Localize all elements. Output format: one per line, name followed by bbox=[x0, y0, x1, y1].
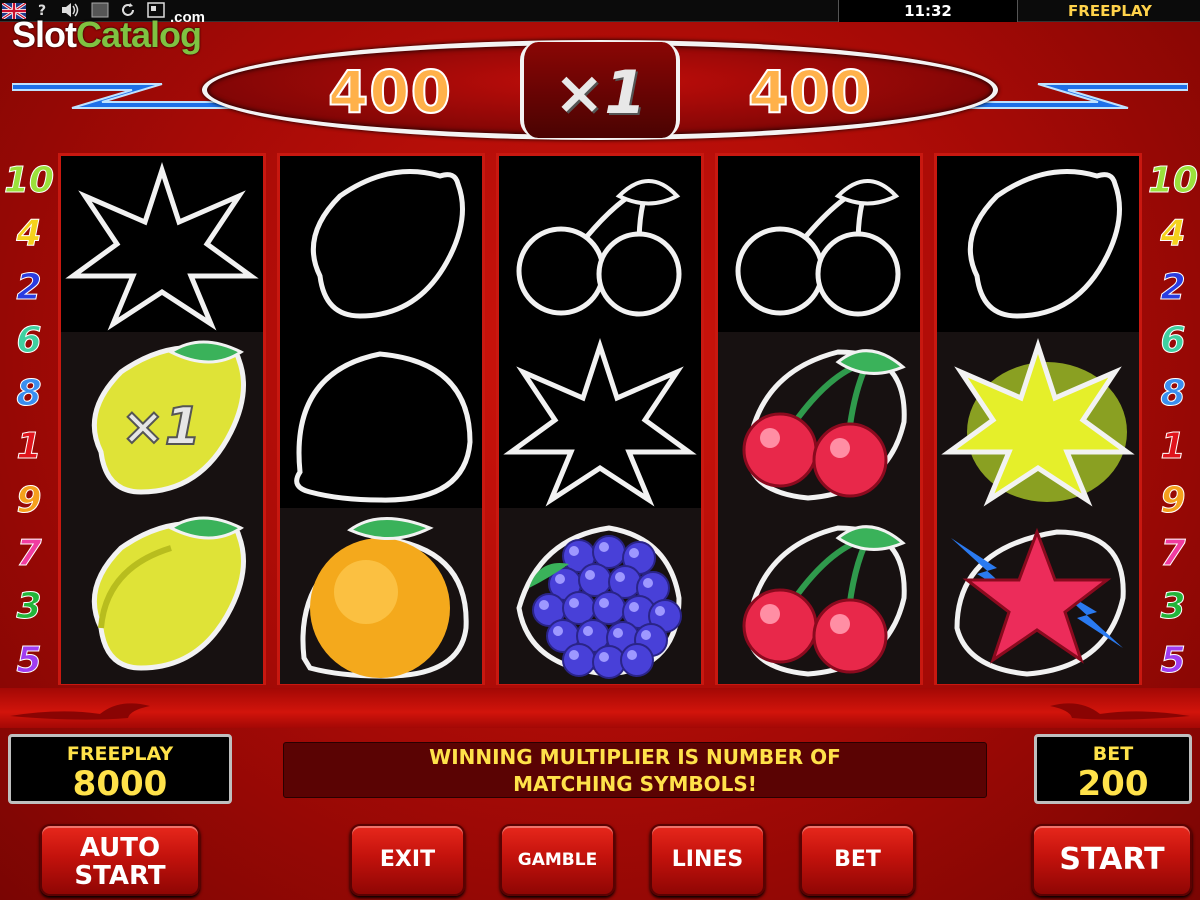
win-value-left: 400 bbox=[327, 57, 453, 127]
bet-label: BET bbox=[1092, 743, 1134, 765]
reels-area: ×1 bbox=[58, 153, 1142, 685]
star-yellow-icon bbox=[937, 332, 1139, 508]
exit-button[interactable]: EXIT bbox=[350, 824, 465, 896]
cherry-icon bbox=[718, 332, 920, 508]
payline-number: 9 bbox=[1160, 479, 1186, 521]
payline-number: 9 bbox=[16, 479, 42, 521]
flame-ornament-icon bbox=[10, 703, 1190, 720]
lemon-multiplier-icon: ×1 bbox=[61, 332, 263, 508]
reel-3 bbox=[496, 153, 704, 685]
star-red-icon bbox=[937, 508, 1139, 684]
gamble-button[interactable]: GAMBLE bbox=[500, 824, 615, 896]
payline-number: 1 bbox=[1160, 426, 1186, 468]
reel-5 bbox=[934, 153, 1142, 685]
grapes-icon bbox=[499, 508, 701, 684]
payline-number: 8 bbox=[16, 373, 42, 415]
bet-value: 200 bbox=[1077, 764, 1149, 804]
autostart-line1: AUTO bbox=[79, 833, 161, 863]
win-multiplier: ×1 bbox=[553, 58, 647, 128]
win-value-right: 400 bbox=[747, 57, 873, 127]
balance-value: 8000 bbox=[72, 764, 168, 804]
payline-number: 2 bbox=[1160, 266, 1186, 308]
reel-4 bbox=[715, 153, 923, 685]
svg-text:×1: ×1 bbox=[121, 397, 201, 457]
balance-meter: FREEPLAY 8000 bbox=[8, 734, 232, 804]
payline-number: 5 bbox=[1160, 639, 1186, 681]
autostart-line2: START bbox=[74, 861, 166, 891]
star-outline-icon bbox=[499, 332, 701, 508]
message-line1: WINNING MULTIPLIER IS NUMBER OF bbox=[429, 745, 841, 769]
payline-number: 2 bbox=[16, 266, 42, 308]
cherry-outline-icon bbox=[718, 156, 920, 332]
orange-icon bbox=[280, 508, 482, 684]
payline-number: 6 bbox=[1160, 319, 1186, 361]
star-outline-icon bbox=[61, 156, 263, 332]
payline-number: 7 bbox=[16, 533, 42, 575]
bet-button[interactable]: BET bbox=[800, 824, 915, 896]
message-line2: MATCHING SYMBOLS! bbox=[513, 772, 757, 796]
payline-number: 7 bbox=[1160, 533, 1186, 575]
autostart-button[interactable]: AUTO START bbox=[40, 824, 200, 896]
paylines-right: 10 4 2 6 8 1 9 7 3 5 bbox=[1148, 154, 1199, 687]
balance-label: FREEPLAY bbox=[66, 743, 174, 765]
lightning-right-icon bbox=[968, 83, 1188, 109]
lemon-outline-icon bbox=[280, 156, 482, 332]
cherry-outline-icon bbox=[499, 156, 701, 332]
payline-number: 10 bbox=[1148, 159, 1199, 201]
ornament-strip bbox=[0, 688, 1200, 728]
clock: 11:32 bbox=[838, 0, 1018, 22]
reel-1: ×1 bbox=[58, 153, 266, 685]
message-panel: WINNING MULTIPLIER IS NUMBER OF MATCHING… bbox=[283, 742, 987, 798]
lemon-icon bbox=[61, 508, 263, 684]
lemon-outline-icon bbox=[937, 156, 1139, 332]
lightning-left-icon bbox=[12, 83, 232, 109]
lines-button[interactable]: LINES bbox=[650, 824, 765, 896]
payline-number: 6 bbox=[16, 319, 42, 361]
start-button[interactable]: START bbox=[1032, 824, 1192, 896]
win-display: 400 ×1 400 bbox=[0, 36, 1200, 146]
payline-number: 10 bbox=[4, 159, 55, 201]
payline-number: 4 bbox=[1160, 213, 1186, 255]
payline-number: 4 bbox=[16, 213, 42, 255]
payline-number: 1 bbox=[16, 426, 42, 468]
watermark-part3: .com bbox=[170, 9, 206, 26]
payline-number: 3 bbox=[1160, 586, 1186, 628]
reel-2 bbox=[277, 153, 485, 685]
payline-number: 8 bbox=[1160, 373, 1186, 415]
orange-outline-icon bbox=[280, 332, 482, 508]
bet-meter: BET 200 bbox=[1034, 734, 1192, 804]
payline-number: 5 bbox=[16, 639, 42, 681]
mode-label: FREEPLAY bbox=[1068, 2, 1152, 20]
cherry-icon bbox=[718, 508, 920, 684]
payline-number: 3 bbox=[16, 586, 42, 628]
paylines-left: 10 4 2 6 8 1 9 7 3 5 bbox=[4, 154, 55, 687]
